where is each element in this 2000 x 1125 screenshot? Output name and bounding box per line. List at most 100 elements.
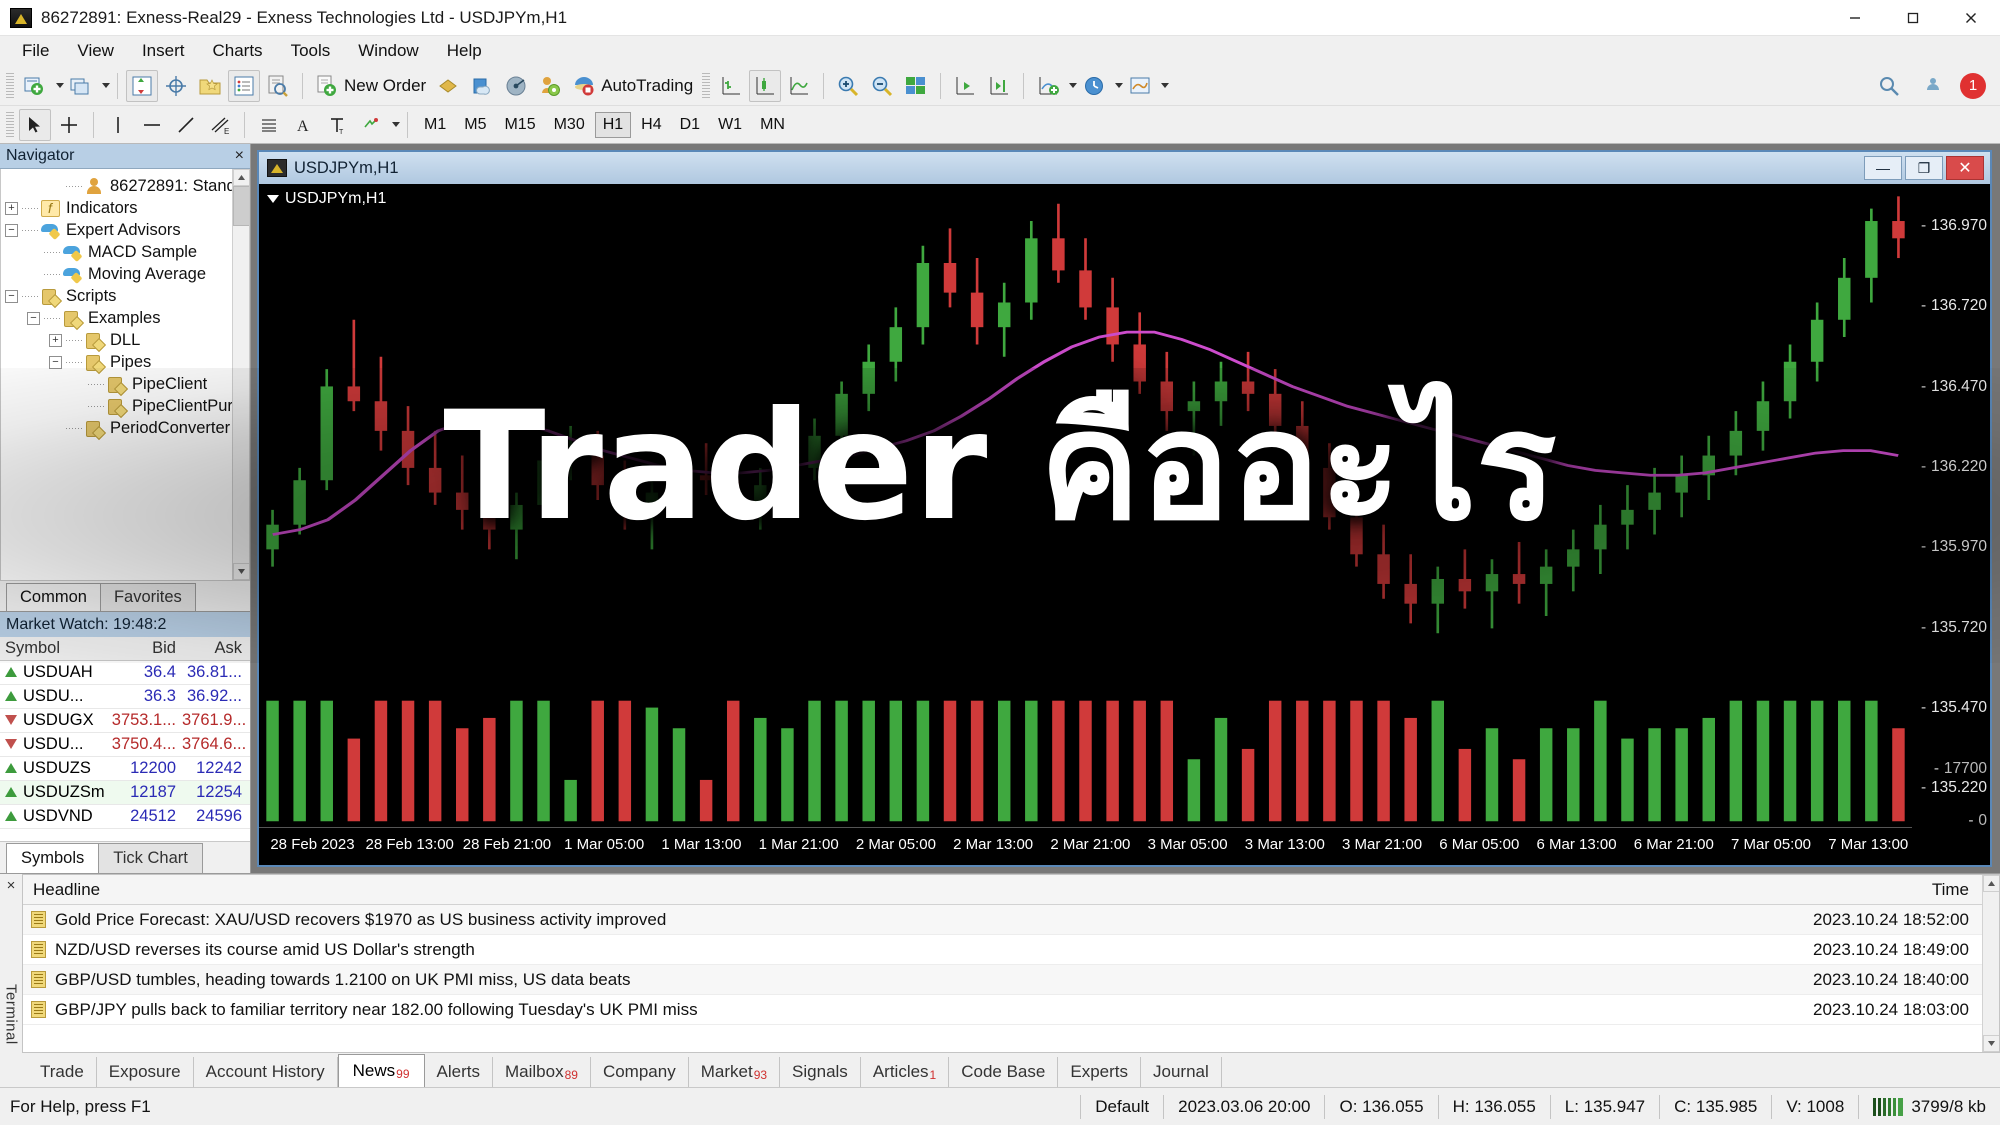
- market-watch-row[interactable]: USDUGX 3753.1... 3761.9...: [0, 709, 250, 733]
- news-row[interactable]: GBP/USD tumbles, heading towards 1.2100 …: [23, 965, 1999, 995]
- chart-shift-button[interactable]: [949, 70, 981, 102]
- news-row[interactable]: GBP/JPY pulls back to familiar territory…: [23, 995, 1999, 1025]
- crosshair-tool-icon[interactable]: [53, 109, 85, 141]
- market-watch-column-ask[interactable]: Ask: [182, 639, 248, 658]
- chart-canvas[interactable]: USDJPYm,H1 136.970136.720136.470136.2201…: [259, 184, 1990, 865]
- navigator-button[interactable]: [194, 70, 226, 102]
- indicators-button[interactable]: [1032, 70, 1064, 102]
- trendline-tool-icon[interactable]: [170, 109, 202, 141]
- navigator-tree-item[interactable]: PipeClient: [1, 373, 249, 395]
- news-row[interactable]: NZD/USD reverses its course amid US Doll…: [23, 935, 1999, 965]
- candlestick-chart-button[interactable]: [749, 69, 782, 102]
- navigator-tree-item[interactable]: PipeClientPure: [1, 395, 249, 417]
- menu-view[interactable]: View: [63, 37, 128, 65]
- toolbar-grip[interactable]: [6, 72, 14, 99]
- bar-chart-button[interactable]: [715, 70, 747, 102]
- toolbar-grip[interactable]: [6, 111, 14, 138]
- terminal-tab-experts[interactable]: Experts: [1058, 1057, 1141, 1087]
- market-watch-column-symbol[interactable]: Symbol: [0, 639, 110, 658]
- signals-button[interactable]: [500, 70, 532, 102]
- news-column-headline[interactable]: Headline: [23, 880, 1809, 900]
- terminal-tab-exposure[interactable]: Exposure: [97, 1057, 194, 1087]
- timeframe-d1[interactable]: D1: [672, 112, 708, 138]
- profiles-dropdown-icon[interactable]: [102, 83, 110, 88]
- chart-dropdown-icon[interactable]: [267, 195, 279, 203]
- maximize-button[interactable]: [1884, 0, 1942, 36]
- navigator-tree-item[interactable]: 86272891: Standard: [1, 175, 249, 197]
- terminal-tab-mailbox[interactable]: Mailbox 89: [493, 1057, 591, 1087]
- news-column-time[interactable]: Time: [1809, 880, 1999, 900]
- navigator-tab-favorites[interactable]: Favorites: [99, 583, 196, 611]
- navigator-tree-item[interactable]: − Scripts: [1, 285, 249, 307]
- expand-icon[interactable]: +: [49, 333, 62, 347]
- arrows-dropdown-icon[interactable]: [392, 122, 400, 127]
- text-tool-icon[interactable]: A: [287, 109, 319, 141]
- timeframe-m30[interactable]: M30: [546, 112, 593, 138]
- timeframe-m1[interactable]: M1: [416, 112, 454, 138]
- navigator-tree-item[interactable]: − Examples: [1, 307, 249, 329]
- terminal-tab-articles[interactable]: Articles 1: [861, 1057, 950, 1087]
- timeframe-mn[interactable]: MN: [752, 112, 793, 138]
- terminal-button[interactable]: [228, 69, 260, 102]
- timeframe-h1[interactable]: H1: [594, 111, 632, 138]
- market-watch-button[interactable]: [126, 69, 158, 102]
- fibonacci-tool-icon[interactable]: [253, 109, 285, 141]
- indicators-dropdown-icon[interactable]: [1069, 83, 1078, 88]
- autotrading-button[interactable]: AutoTrading: [568, 70, 697, 102]
- navigator-scrollbar[interactable]: [232, 169, 249, 580]
- terminal-tab-market[interactable]: Market 93: [689, 1057, 781, 1087]
- market-watch-tab-symbols[interactable]: Symbols: [6, 843, 100, 873]
- terminal-tab-account-history[interactable]: Account History: [194, 1057, 338, 1087]
- terminal-tab-company[interactable]: Company: [591, 1057, 689, 1087]
- notifications-icon[interactable]: [1917, 70, 1949, 102]
- terminal-tab-code-base[interactable]: Code Base: [949, 1057, 1059, 1087]
- scroll-down-icon[interactable]: [1983, 1035, 1999, 1052]
- navigator-close-icon[interactable]: ×: [235, 147, 244, 165]
- collapse-icon[interactable]: −: [5, 289, 18, 303]
- chart-price-axis[interactable]: 136.970 136.720 136.470 136.220 135.970 135.7…: [1912, 184, 1990, 830]
- scroll-down-icon[interactable]: [233, 563, 249, 580]
- menu-tools[interactable]: Tools: [277, 37, 345, 65]
- news-scrollbar[interactable]: [1982, 875, 1999, 1052]
- terminal-tab-alerts[interactable]: Alerts: [425, 1057, 493, 1087]
- terminal-tab-signals[interactable]: Signals: [780, 1057, 861, 1087]
- timeframe-m5[interactable]: M5: [456, 112, 494, 138]
- zoom-out-button[interactable]: [866, 70, 898, 102]
- navigator-tree-item[interactable]: + Indicators: [1, 197, 249, 219]
- navigator-tree-item[interactable]: − Pipes: [1, 351, 249, 373]
- market-watch-tab-tick-chart[interactable]: Tick Chart: [98, 843, 203, 873]
- collapse-icon[interactable]: −: [5, 223, 18, 237]
- new-chart-button[interactable]: [19, 70, 51, 102]
- tile-windows-button[interactable]: [900, 70, 932, 102]
- period-dropdown-icon[interactable]: [1115, 83, 1124, 88]
- templates-button[interactable]: [1124, 70, 1156, 102]
- navigator-tree-item[interactable]: − Expert Advisors: [1, 219, 249, 241]
- timeframe-m15[interactable]: M15: [496, 112, 543, 138]
- arrows-tool-icon[interactable]: [355, 109, 387, 141]
- templates-dropdown-icon[interactable]: [1161, 83, 1170, 88]
- navigator-tree-item[interactable]: PeriodConverter: [1, 417, 249, 439]
- terminal-close-icon[interactable]: ×: [7, 877, 16, 894]
- search-icon[interactable]: [1873, 70, 1905, 102]
- market-watch-row[interactable]: USDVND 24512 24596: [0, 805, 250, 829]
- terminal-tab-trade[interactable]: Trade: [28, 1057, 97, 1087]
- timeframe-h4[interactable]: H4: [633, 112, 669, 138]
- navigator-tree-item[interactable]: Moving Average: [1, 263, 249, 285]
- menu-window[interactable]: Window: [344, 37, 432, 65]
- scrollbar-thumb[interactable]: [233, 186, 249, 226]
- equidistant-channel-tool-icon[interactable]: E: [204, 109, 236, 141]
- collapse-icon[interactable]: −: [27, 311, 40, 325]
- chart-maximize-button[interactable]: ❐: [1905, 156, 1943, 180]
- scroll-up-icon[interactable]: [233, 169, 249, 186]
- market-watch-row[interactable]: USDUZS 12200 12242: [0, 757, 250, 781]
- navigator-tab-common[interactable]: Common: [6, 583, 101, 611]
- chart-time-axis[interactable]: 28 Feb 2023 28 Feb 13:00 28 Feb 21:00 1 Mar…: [259, 827, 1912, 865]
- terminal-tab-journal[interactable]: Journal: [1141, 1057, 1222, 1087]
- toolbar-grip[interactable]: [702, 72, 711, 99]
- strategy-tester-button[interactable]: [262, 70, 294, 102]
- scroll-up-icon[interactable]: [1983, 875, 1999, 892]
- menu-charts[interactable]: Charts: [198, 37, 276, 65]
- auto-scroll-button[interactable]: [983, 70, 1015, 102]
- horizontal-line-tool-icon[interactable]: [136, 109, 168, 141]
- zoom-in-button[interactable]: [832, 70, 864, 102]
